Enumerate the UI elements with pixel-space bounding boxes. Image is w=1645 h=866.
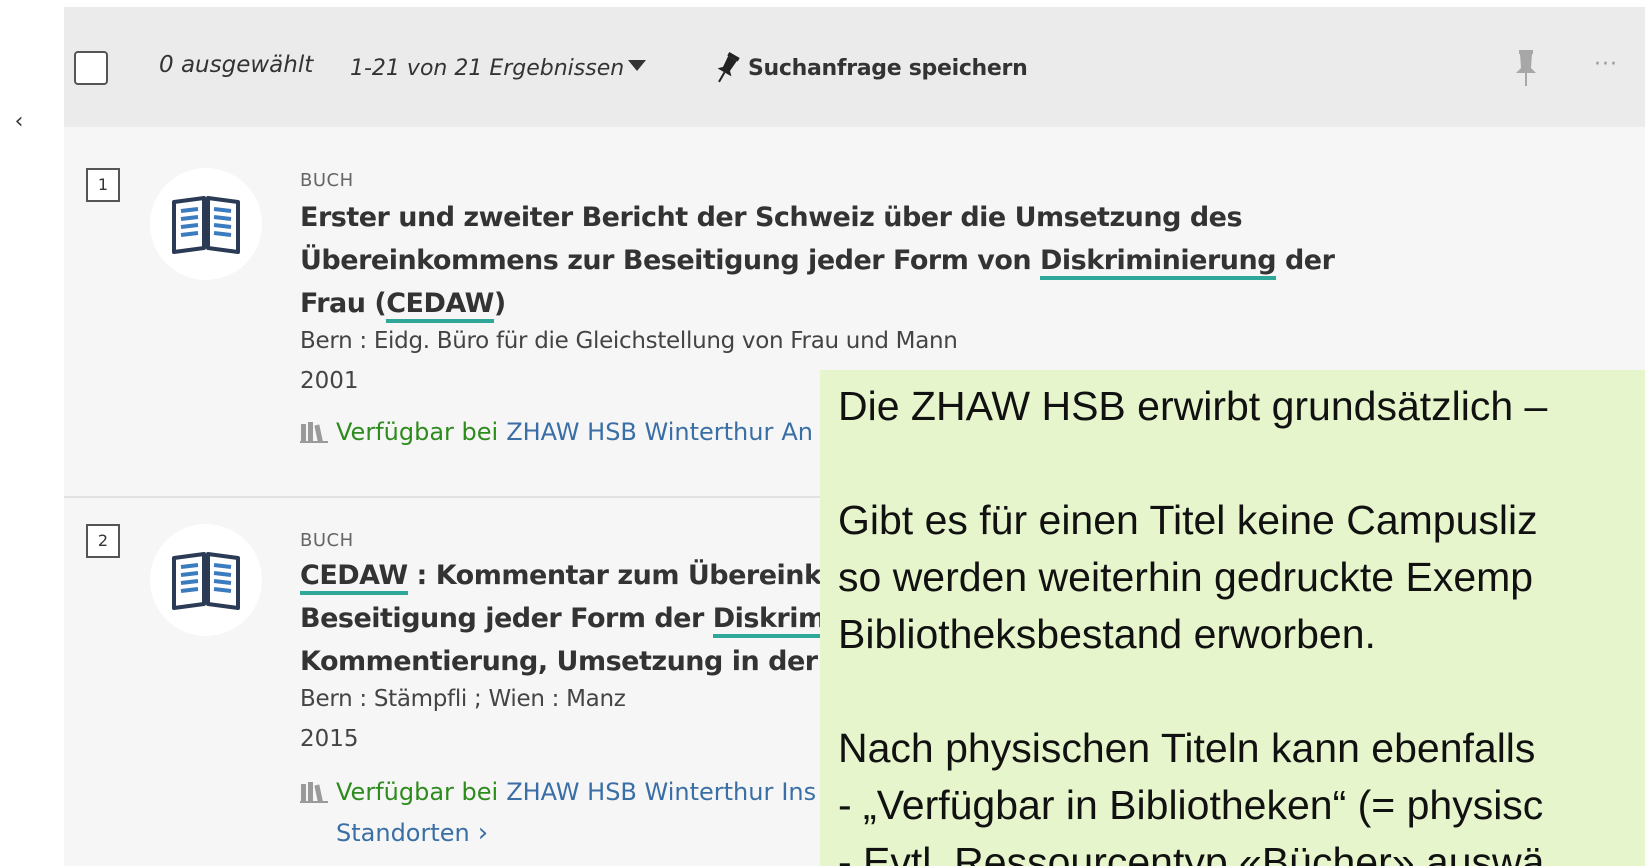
note-line: Gibt es für einen Titel keine Campusliz (838, 497, 1538, 543)
selected-count: 0 ausgewählt (159, 52, 314, 78)
save-query-button[interactable]: Suchanfrage speichern (712, 50, 1028, 86)
title-text: Beseitigung jeder Form der (300, 603, 713, 634)
publication-year: 2015 (300, 726, 359, 752)
back-arrow-icon[interactable]: ‹ (4, 108, 34, 138)
availability-status: Verfügbar bei (336, 418, 499, 446)
save-query-label: Suchanfrage speichern (748, 55, 1028, 81)
availability-more[interactable]: An (781, 418, 813, 446)
more-locations-label: Standorten (336, 819, 470, 847)
title-text: ) (493, 288, 506, 319)
search-term-highlight: CEDAW (300, 560, 408, 595)
availability-status: Verfügbar bei (336, 778, 499, 806)
availability-location[interactable]: ZHAW HSB Winterthur (506, 418, 773, 446)
library-icon (300, 782, 328, 803)
title-text: Erster und zweiter Bericht der Schweiz ü… (300, 202, 1243, 233)
title-text: Kommentierung, Umsetzung in der S (300, 646, 846, 677)
resource-type: BUCH (300, 530, 354, 551)
search-term-highlight: Diskriminierung (1040, 245, 1277, 280)
note-line: Nach physischen Titeln kann ebenfalls (838, 725, 1536, 771)
result-title[interactable]: Erster und zweiter Bericht der Schweiz ü… (300, 196, 1360, 325)
publisher: Bern : Eidg. Büro für die Gleichstellung… (300, 328, 958, 354)
publisher: Bern : Stämpfli ; Wien : Manz (300, 686, 626, 712)
note-line: - „Verfügbar in Bibliotheken“ (= physisc (838, 782, 1544, 828)
select-all-checkbox[interactable] (74, 51, 108, 85)
publication-year: 2001 (300, 368, 359, 394)
more-locations-link[interactable]: Standorten › (336, 818, 488, 848)
book-icon (150, 524, 262, 636)
availability-location[interactable]: ZHAW HSB Winterthur (506, 778, 773, 806)
title-text: Übereinkommens zur Beseitigung jeder For… (300, 245, 1041, 276)
pin-icon (717, 52, 740, 83)
info-note-overlay: Die ZHAW HSB erwirbt grundsätzlich – Gib… (820, 370, 1645, 866)
availability-more[interactable]: Ins (781, 778, 816, 806)
note-line: - Evtl. Ressourcentyp «Bücher» auswä (838, 839, 1545, 866)
resource-type: BUCH (300, 170, 354, 191)
pin-icon[interactable] (1512, 48, 1540, 88)
title-text: der (1276, 245, 1335, 276)
title-text: Frau ( (300, 288, 387, 319)
chevron-down-icon[interactable] (628, 60, 646, 71)
more-options-icon[interactable]: ··· (1594, 52, 1618, 77)
book-icon (150, 168, 262, 280)
note-line: Bibliotheksbestand erworben. (838, 611, 1376, 657)
result-number: 2 (86, 524, 120, 558)
result-number: 1 (86, 168, 120, 202)
search-term-highlight: CEDAW (386, 288, 494, 323)
library-icon (300, 422, 328, 443)
availability-line[interactable]: Verfügbar bei ZHAW HSB Winterthur An (300, 418, 813, 446)
chevron-right-icon: › (477, 818, 489, 848)
note-line: so werden weiterhin gedruckte Exemp (838, 554, 1534, 600)
title-text: : Kommentar zum Übereinko (407, 560, 840, 591)
results-range[interactable]: 1-21 von 21 Ergebnissen (350, 56, 624, 81)
note-line: Die ZHAW HSB erwirbt grundsätzlich – (838, 383, 1548, 429)
availability-line[interactable]: Verfügbar bei ZHAW HSB Winterthur Ins (300, 778, 816, 806)
